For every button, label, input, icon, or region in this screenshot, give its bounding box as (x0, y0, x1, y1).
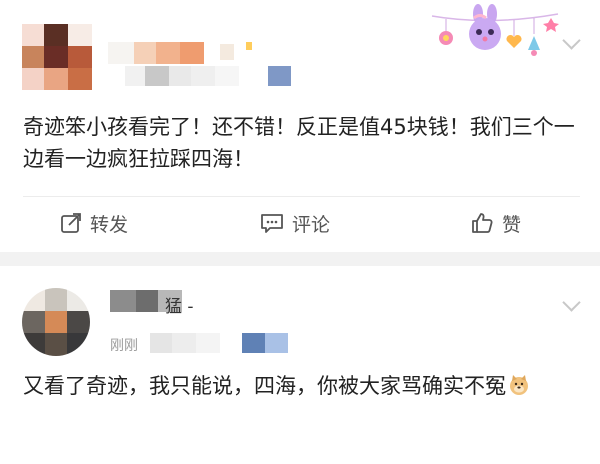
comment-icon (261, 214, 283, 233)
chevron-down-icon[interactable] (562, 293, 581, 312)
like-label: 赞 (502, 213, 522, 236)
share-icon (61, 213, 81, 233)
timestamp: 刚刚 (110, 338, 138, 354)
divider (23, 196, 580, 197)
thumbs-up-icon (472, 213, 493, 233)
comment-label: 评论 (292, 213, 331, 236)
bunny-decoration-icon (431, 4, 559, 56)
username-fragment: 猛 - (165, 297, 194, 317)
post-meta-blurred (125, 66, 295, 88)
repost-button[interactable]: 转发 (60, 208, 128, 238)
username-blurred[interactable] (108, 40, 253, 66)
post-card-1: 奇迹笨小孩看完了！还不错！反正是值45块钱！我们三个一边看一边疯狂拉踩四海！ 转… (0, 0, 600, 252)
avatar[interactable] (22, 288, 90, 356)
comment-text: 又看了奇迹，我只能说，四海，你被大家骂确实不冤 (23, 370, 580, 402)
avatar[interactable] (22, 24, 92, 90)
repost-label: 转发 (90, 213, 129, 236)
comment-text-content: 又看了奇迹，我只能说，四海，你被大家骂确实不冤 (23, 374, 506, 398)
post-meta-blurred (150, 333, 290, 355)
like-button[interactable]: 赞 (470, 208, 521, 238)
chevron-down-icon[interactable] (562, 31, 581, 50)
post-text: 奇迹笨小孩看完了！还不错！反正是值45块钱！我们三个一边看一边疯狂拉踩四海！ (23, 115, 575, 171)
doge-emoji-icon (510, 375, 528, 395)
comment-button[interactable]: 评论 (260, 208, 330, 238)
comment-card-2: 猛 - 刚刚 又看了奇迹，我只能说，四海，你被大家骂确实不冤 (0, 266, 600, 464)
